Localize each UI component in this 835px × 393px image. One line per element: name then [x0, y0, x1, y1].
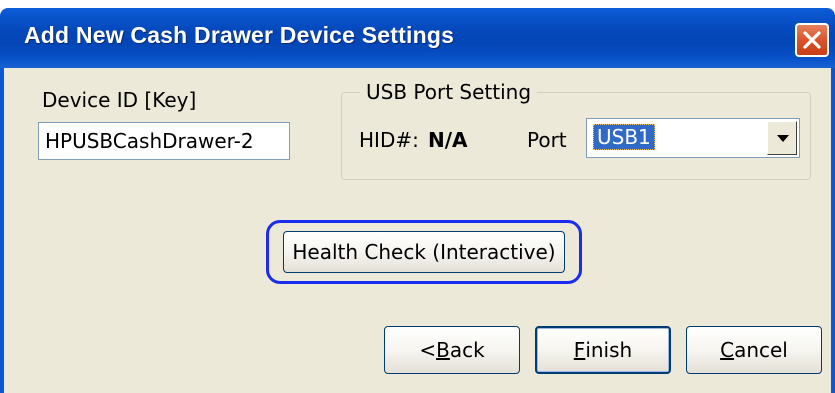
health-check-label: Health Check (Interactive) — [292, 240, 556, 264]
finish-button-label: Finish — [573, 338, 633, 362]
device-id-label: Device ID [Key] — [42, 88, 197, 112]
cancel-button-label: Cancel — [720, 338, 788, 362]
finish-button[interactable]: Finish — [535, 326, 671, 374]
dialog-body: Device ID [Key] HPUSBCashDrawer-2 USB Po… — [0, 68, 835, 393]
title-bar[interactable]: Add New Cash Drawer Device Settings — [0, 8, 835, 68]
chevron-down-icon — [777, 135, 789, 142]
hid-value: N/A — [428, 128, 468, 152]
usb-port-setting-caption: USB Port Setting — [360, 80, 538, 104]
port-dropdown-button[interactable] — [767, 121, 797, 155]
device-id-field[interactable]: HPUSBCashDrawer-2 — [38, 122, 290, 160]
port-selected-value: USB1 — [593, 124, 655, 150]
health-check-button[interactable]: Health Check (Interactive) — [283, 231, 565, 273]
window-title: Add New Cash Drawer Device Settings — [24, 22, 455, 48]
hid-label: HID#: — [359, 128, 419, 152]
close-icon — [803, 31, 821, 49]
close-button[interactable] — [795, 23, 829, 57]
back-button-label: < Back — [419, 338, 485, 362]
port-label: Port — [527, 128, 567, 152]
port-dropdown[interactable]: USB1 — [586, 118, 800, 158]
cancel-button[interactable]: Cancel — [686, 326, 822, 374]
cash-drawer-settings-dialog: Add New Cash Drawer Device Settings Devi… — [0, 0, 835, 393]
back-button[interactable]: < Back — [384, 326, 520, 374]
